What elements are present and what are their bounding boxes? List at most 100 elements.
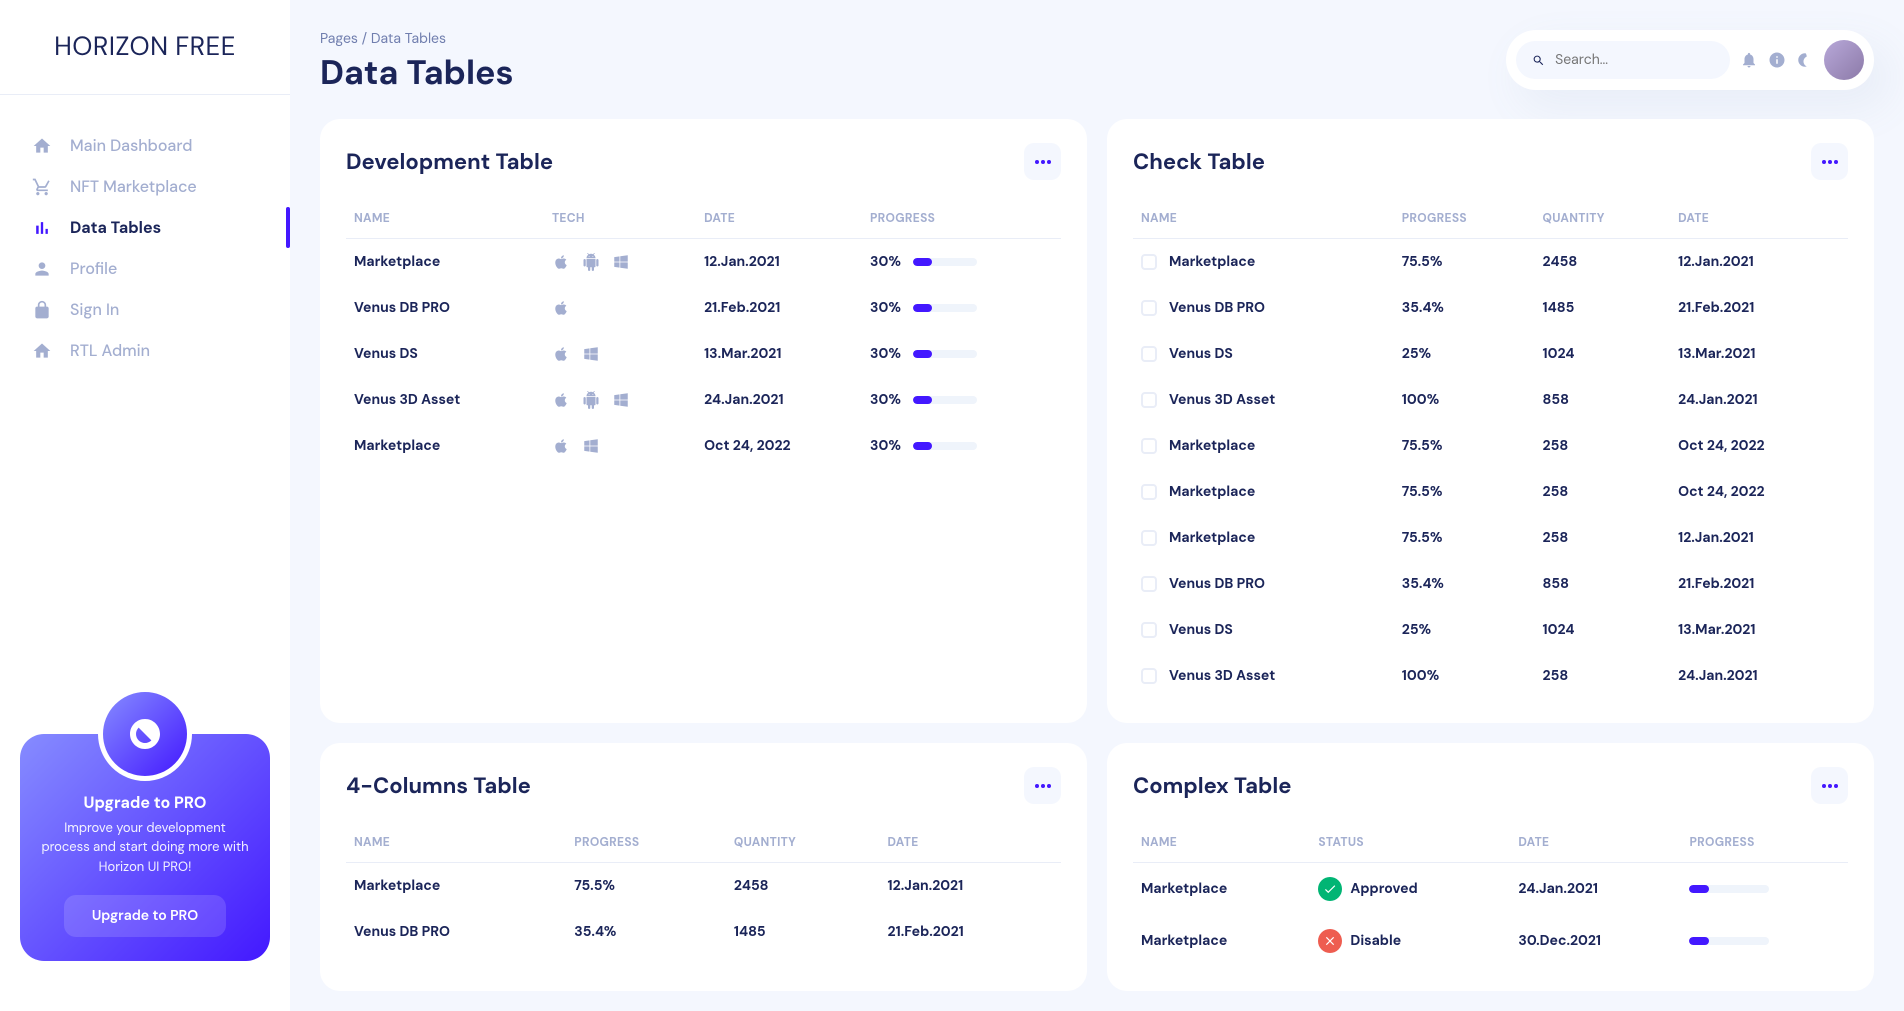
avatar[interactable] [1824,40,1864,80]
cell-name: Marketplace [346,423,544,469]
table-header[interactable]: TECH [544,198,696,239]
sidebar-item-main-dashboard[interactable]: Main Dashboard [20,125,270,166]
checkbox[interactable] [1141,484,1157,500]
table-header[interactable]: DATE [1510,822,1681,863]
table-header[interactable]: DATE [1670,198,1848,239]
cell-date: 30.Dec.2021 [1510,915,1681,967]
cell-date: 12.Jan.2021 [1670,515,1848,561]
cell-name: Venus DS [346,331,544,377]
moon-icon[interactable] [1796,51,1814,69]
cell-progress: 30% [862,285,1061,331]
dev-table: NAMETECHDATEPROGRESS Marketplace 12.Jan.… [346,198,1061,469]
sidebar-item-rtl-admin[interactable]: RTL Admin [20,330,270,371]
android-icon [582,253,600,271]
checkbox[interactable] [1141,300,1157,316]
lock-icon [32,300,52,320]
table-row: Venus 3D Asset 100% 858 24.Jan.2021 [1133,377,1848,423]
dev-table-title: Development Table [346,147,553,176]
cell-name: Venus DB PRO [1133,561,1394,607]
table-header[interactable]: PROGRESS [566,822,726,863]
table-header[interactable]: NAME [346,822,566,863]
cell-date: 21.Feb.2021 [1670,561,1848,607]
more-button[interactable] [1024,143,1061,180]
checkbox[interactable] [1141,530,1157,546]
checkbox[interactable] [1141,438,1157,454]
table-header[interactable]: NAME [1133,822,1310,863]
four-col-table-card: 4-Columns Table NAMEPROGRESSQUANTITYDATE… [320,743,1087,991]
sidebar-item-sign-in[interactable]: Sign In [20,289,270,330]
complex-table-card: Complex Table NAMESTATUSDATEPROGRESS Mar… [1107,743,1874,991]
more-button[interactable] [1811,143,1848,180]
cell-progress: 30% [862,331,1061,377]
cell-quantity: 258 [1535,515,1671,561]
cell-name: Marketplace [1133,863,1310,916]
more-button[interactable] [1811,767,1848,804]
checkbox[interactable] [1141,346,1157,362]
cell-tech [544,423,696,469]
cell-name: Venus 3D Asset [1133,377,1394,423]
sidebar-item-label: Profile [70,258,117,279]
table-row: Venus DS 25% 1024 13.Mar.2021 [1133,607,1848,653]
cell-name: Marketplace [346,239,544,286]
checkbox[interactable] [1141,668,1157,684]
cell-name: Venus DS [1133,607,1394,653]
cell-progress: 75.5% [1394,515,1535,561]
cell-progress: 30% [862,423,1061,469]
approved-icon [1318,877,1342,901]
sidebar-item-data-tables[interactable]: Data Tables [20,207,270,248]
cell-name: Venus 3D Asset [1133,653,1394,699]
windows-icon [612,391,630,409]
cell-name: Venus 3D Asset [346,377,544,423]
table-header[interactable]: QUANTITY [726,822,880,863]
table-row: Marketplace 75.5% 2458 12.Jan.2021 [346,863,1061,910]
checkbox[interactable] [1141,576,1157,592]
upgrade-button[interactable]: Upgrade to PRO [64,895,226,937]
table-header[interactable]: DATE [696,198,862,239]
table-header[interactable]: PROGRESS [1681,822,1848,863]
checkbox[interactable] [1141,392,1157,408]
home-icon [32,136,52,156]
apple-icon [552,391,570,409]
cell-name: Marketplace [346,863,566,910]
cell-progress: 75.5% [1394,239,1535,286]
cell-date: 21.Feb.2021 [1670,285,1848,331]
table-row: Venus DB PRO 35.4% 1485 21.Feb.2021 [346,909,1061,955]
table-header[interactable]: QUANTITY [1535,198,1671,239]
cell-progress: 35.4% [566,909,726,955]
sidebar-item-nft-marketplace[interactable]: NFT Marketplace [20,166,270,207]
table-header[interactable]: DATE [880,822,1061,863]
table-header[interactable]: NAME [1133,198,1394,239]
upgrade-title: Upgrade to PRO [40,792,250,813]
cell-progress: 100% [1394,377,1535,423]
checkbox[interactable] [1141,254,1157,270]
upgrade-circle-icon [98,687,192,781]
cell-date: 12.Jan.2021 [1670,239,1848,286]
cell-quantity: 2458 [726,863,880,910]
complex-table-title: Complex Table [1133,771,1291,800]
bell-icon[interactable] [1740,51,1758,69]
cell-date: Oct 24, 2022 [1670,423,1848,469]
apple-icon [552,437,570,455]
cell-date: Oct 24, 2022 [696,423,862,469]
table-header[interactable]: PROGRESS [862,198,1061,239]
cell-date: 21.Feb.2021 [696,285,862,331]
breadcrumb[interactable]: Pages / Data Tables [320,30,514,48]
main: Pages / Data Tables Data Tables Developm… [290,0,1904,1011]
cell-name: Venus DS [1133,331,1394,377]
checkbox[interactable] [1141,622,1157,638]
table-header[interactable]: STATUS [1310,822,1510,863]
search-box[interactable] [1516,41,1730,79]
info-icon[interactable] [1768,51,1786,69]
table-header[interactable]: NAME [346,198,544,239]
table-header[interactable]: PROGRESS [1394,198,1535,239]
search-input[interactable] [1555,51,1714,69]
cell-date: 13.Mar.2021 [1670,331,1848,377]
page-title: Data Tables [320,50,514,95]
more-button[interactable] [1024,767,1061,804]
table-row: Marketplace 75.5% 258 Oct 24, 2022 [1133,423,1848,469]
check-table: NAMEPROGRESSQUANTITYDATE Marketplace 75.… [1133,198,1848,699]
cell-progress: 75.5% [1394,423,1535,469]
cell-progress: 75.5% [1394,469,1535,515]
sidebar-item-profile[interactable]: Profile [20,248,270,289]
cell-date: 13.Mar.2021 [696,331,862,377]
